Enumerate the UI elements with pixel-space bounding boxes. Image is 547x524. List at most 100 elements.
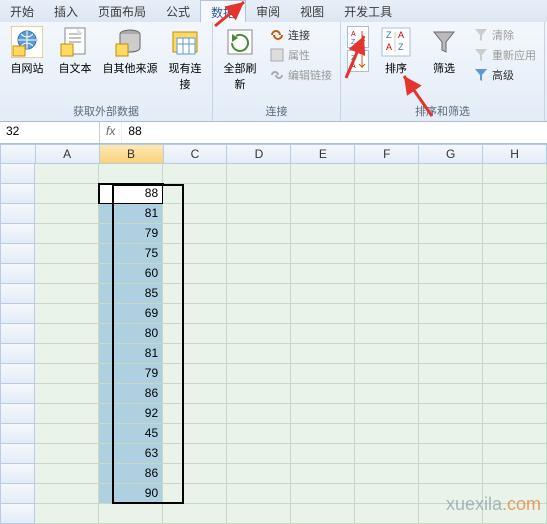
tab-pagelayout[interactable]: 页面布局 xyxy=(88,0,156,22)
row-head[interactable] xyxy=(0,184,35,204)
tab-formulas[interactable]: 公式 xyxy=(156,0,200,22)
row-head[interactable] xyxy=(0,444,35,464)
col-head-h[interactable]: H xyxy=(483,144,547,164)
reapply-button[interactable]: 重新应用 xyxy=(471,46,538,64)
cell[interactable] xyxy=(227,264,291,284)
cell[interactable]: 81 xyxy=(99,344,163,364)
cell[interactable] xyxy=(419,444,483,464)
cell[interactable]: 85 xyxy=(99,284,163,304)
cell[interactable] xyxy=(227,184,291,204)
cell[interactable] xyxy=(291,184,355,204)
cell[interactable] xyxy=(419,424,483,444)
col-head-f[interactable]: F xyxy=(355,144,419,164)
cell[interactable] xyxy=(355,384,419,404)
from-text-button[interactable]: 自文本 xyxy=(54,26,96,76)
cell[interactable] xyxy=(483,264,547,284)
cell[interactable]: 79 xyxy=(99,364,163,384)
row-head[interactable] xyxy=(0,164,35,184)
cell[interactable] xyxy=(355,184,419,204)
cell[interactable] xyxy=(227,444,291,464)
cell[interactable]: 45 xyxy=(99,424,163,444)
existing-conn-button[interactable]: 现有连接 xyxy=(164,26,206,92)
cell[interactable] xyxy=(483,344,547,364)
cell[interactable] xyxy=(35,204,99,224)
cell[interactable] xyxy=(291,364,355,384)
edit-links-button[interactable]: 编辑链接 xyxy=(267,66,334,84)
cell[interactable] xyxy=(227,324,291,344)
row-head[interactable] xyxy=(0,264,35,284)
cell[interactable] xyxy=(227,304,291,324)
cell[interactable] xyxy=(355,364,419,384)
from-other-button[interactable]: 自其他来源 xyxy=(102,26,158,76)
tab-developer[interactable]: 开发工具 xyxy=(334,0,402,22)
sort-button[interactable]: ZAAZ 排序 xyxy=(375,26,417,76)
col-head-e[interactable]: E xyxy=(291,144,355,164)
cell[interactable] xyxy=(419,224,483,244)
col-head-a[interactable]: A xyxy=(36,144,100,164)
properties-button[interactable]: 属性 xyxy=(267,46,334,64)
cell[interactable] xyxy=(163,184,227,204)
cell[interactable]: 79 xyxy=(99,224,163,244)
row-head[interactable] xyxy=(0,484,35,504)
cell[interactable] xyxy=(163,204,227,224)
cell[interactable] xyxy=(419,464,483,484)
cell[interactable] xyxy=(227,364,291,384)
row-head[interactable] xyxy=(0,204,35,224)
cell[interactable] xyxy=(35,484,99,504)
cell[interactable] xyxy=(163,504,227,524)
cell[interactable] xyxy=(35,464,99,484)
cell[interactable] xyxy=(35,504,99,524)
cell[interactable] xyxy=(291,444,355,464)
cell[interactable] xyxy=(483,304,547,324)
cell[interactable] xyxy=(35,184,99,204)
cell[interactable] xyxy=(163,344,227,364)
cell[interactable] xyxy=(227,164,291,184)
cell[interactable] xyxy=(355,204,419,224)
cell[interactable] xyxy=(291,264,355,284)
cell[interactable]: 86 xyxy=(99,464,163,484)
cell[interactable]: 75 xyxy=(99,244,163,264)
cell[interactable] xyxy=(227,244,291,264)
cell[interactable] xyxy=(227,344,291,364)
cell[interactable] xyxy=(163,164,227,184)
tab-insert[interactable]: 插入 xyxy=(44,0,88,22)
cell[interactable]: 81 xyxy=(99,204,163,224)
cell[interactable] xyxy=(355,324,419,344)
cell[interactable] xyxy=(227,404,291,424)
cell[interactable] xyxy=(35,284,99,304)
connections-button[interactable]: 连接 xyxy=(267,26,334,44)
cell[interactable] xyxy=(291,324,355,344)
cell[interactable] xyxy=(163,264,227,284)
cell[interactable] xyxy=(291,484,355,504)
cell[interactable]: 92 xyxy=(99,404,163,424)
cell[interactable] xyxy=(227,284,291,304)
cell[interactable] xyxy=(483,464,547,484)
cell[interactable] xyxy=(99,164,163,184)
tab-data[interactable]: 数据 xyxy=(200,0,246,22)
cell[interactable] xyxy=(227,484,291,504)
cell[interactable] xyxy=(483,184,547,204)
cell[interactable] xyxy=(291,404,355,424)
cell[interactable] xyxy=(483,384,547,404)
cell[interactable] xyxy=(291,464,355,484)
cell[interactable] xyxy=(227,204,291,224)
cell[interactable] xyxy=(163,284,227,304)
col-head-c[interactable]: C xyxy=(164,144,228,164)
cell[interactable] xyxy=(355,464,419,484)
cell[interactable] xyxy=(35,344,99,364)
cell[interactable] xyxy=(163,324,227,344)
cell[interactable] xyxy=(355,404,419,424)
cell[interactable] xyxy=(227,424,291,444)
cell[interactable]: 86 xyxy=(99,384,163,404)
cell[interactable] xyxy=(419,184,483,204)
tab-review[interactable]: 审阅 xyxy=(246,0,290,22)
cell[interactable] xyxy=(227,224,291,244)
cell[interactable] xyxy=(483,204,547,224)
refresh-all-button[interactable]: 全部刷新 xyxy=(219,26,261,92)
cell[interactable]: 60 xyxy=(99,264,163,284)
cell[interactable] xyxy=(163,304,227,324)
formula-input[interactable]: 88 xyxy=(122,122,547,143)
cell[interactable] xyxy=(483,364,547,384)
cell[interactable] xyxy=(419,284,483,304)
cell[interactable] xyxy=(291,244,355,264)
